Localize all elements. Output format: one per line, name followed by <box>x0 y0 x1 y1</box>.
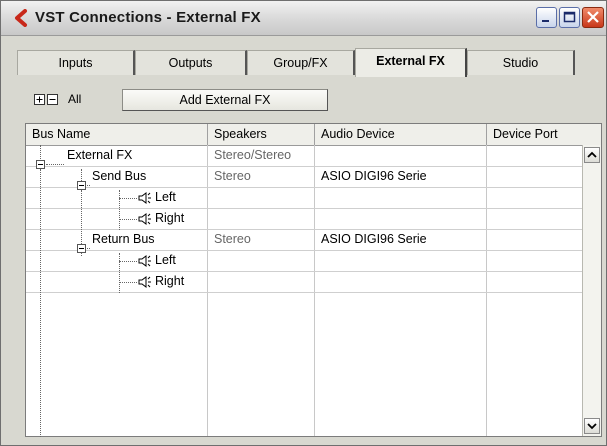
tree-line <box>40 145 41 161</box>
tab-group-fx[interactable]: Group/FX <box>247 50 355 75</box>
tree-line <box>87 248 90 249</box>
audio-device: ASIO DIGI96 Serie <box>321 232 427 246</box>
tab-external-fx[interactable]: External FX <box>355 48 467 77</box>
title-bar[interactable]: VST Connections - External FX <box>1 1 606 36</box>
column-header-speakers[interactable]: Speakers <box>208 124 315 145</box>
tab-label: Group/FX <box>273 56 328 70</box>
bus-name: Return Bus <box>92 232 155 246</box>
bus-name: External FX <box>67 148 133 162</box>
tab-inputs[interactable]: Inputs <box>17 50 135 75</box>
tab-outputs[interactable]: Outputs <box>135 50 247 75</box>
bus-name: Send Bus <box>92 169 147 183</box>
tab-label: Outputs <box>168 56 213 70</box>
tree-line <box>119 253 120 293</box>
table-row[interactable]: Right <box>26 208 583 230</box>
table-row[interactable]: External FX Stereo/Stereo <box>26 145 583 167</box>
column-header-bus-name[interactable]: Bus Name <box>26 124 208 145</box>
table-row[interactable]: Return Bus Stereo ASIO DIGI96 Serie <box>26 229 583 251</box>
column-header-device-port[interactable]: Device Port <box>487 124 582 145</box>
vst-connections-window: VST Connections - External FX Inputs Out… <box>0 0 607 446</box>
speakers: Stereo/Stereo <box>214 148 292 162</box>
table-row[interactable]: Send Bus Stereo ASIO DIGI96 Serie <box>26 166 583 188</box>
tab-bar: Inputs Outputs Group/FX External FX Stud… <box>17 48 590 78</box>
tree-line <box>119 261 137 262</box>
vertical-scrollbar[interactable] <box>582 145 601 436</box>
tree-line <box>119 190 120 230</box>
channel-name: Right <box>155 274 185 288</box>
window-title: VST Connections - External FX <box>35 9 261 26</box>
speaker-icon <box>138 276 151 288</box>
cubase-app-icon <box>15 9 27 27</box>
tree-line <box>119 198 137 199</box>
arrow-up-icon <box>587 151 597 158</box>
minimize-button[interactable] <box>536 7 557 28</box>
add-external-fx-button[interactable]: Add External FX <box>122 89 328 111</box>
speakers: Stereo <box>214 232 251 246</box>
tree-line <box>119 282 137 283</box>
tab-label: External FX <box>376 54 445 68</box>
all-label: All <box>68 92 82 106</box>
collapse-external-fx-icon[interactable] <box>36 160 45 169</box>
column-header-audio-device[interactable]: Audio Device <box>315 124 487 145</box>
tree-line <box>87 185 90 186</box>
tree-line <box>46 164 64 165</box>
tree-line <box>40 169 41 437</box>
maximize-button[interactable] <box>559 7 580 28</box>
maximize-icon <box>563 11 576 23</box>
table-row[interactable]: Left <box>26 187 583 209</box>
collapse-return-bus-icon[interactable] <box>77 244 86 253</box>
close-icon <box>587 11 599 23</box>
tab-label: Inputs <box>58 56 93 70</box>
table-header: Bus Name Speakers Audio Device Device Po… <box>26 124 601 146</box>
audio-device: ASIO DIGI96 Serie <box>321 169 427 183</box>
speaker-icon <box>138 192 151 204</box>
expand-collapse-all-icon[interactable] <box>34 93 64 107</box>
tree-line <box>119 219 137 220</box>
arrow-down-icon <box>587 423 597 430</box>
collapse-send-bus-icon[interactable] <box>77 181 86 190</box>
close-button[interactable] <box>582 7 604 28</box>
bus-table: Bus Name Speakers Audio Device Device Po… <box>25 123 602 437</box>
speaker-icon <box>138 213 151 225</box>
channel-name: Left <box>155 253 176 267</box>
tab-studio[interactable]: Studio <box>467 50 575 75</box>
table-row[interactable]: Left <box>26 250 583 272</box>
tree-line <box>81 169 82 181</box>
scroll-down-button[interactable] <box>584 418 600 434</box>
channel-name: Left <box>155 190 176 204</box>
tab-label: Studio <box>502 56 539 70</box>
scroll-up-button[interactable] <box>584 147 600 163</box>
speakers: Stereo <box>214 169 251 183</box>
speaker-icon <box>138 255 151 267</box>
channel-name: Right <box>155 211 185 225</box>
minimize-icon <box>542 20 549 22</box>
table-row[interactable]: Right <box>26 271 583 293</box>
